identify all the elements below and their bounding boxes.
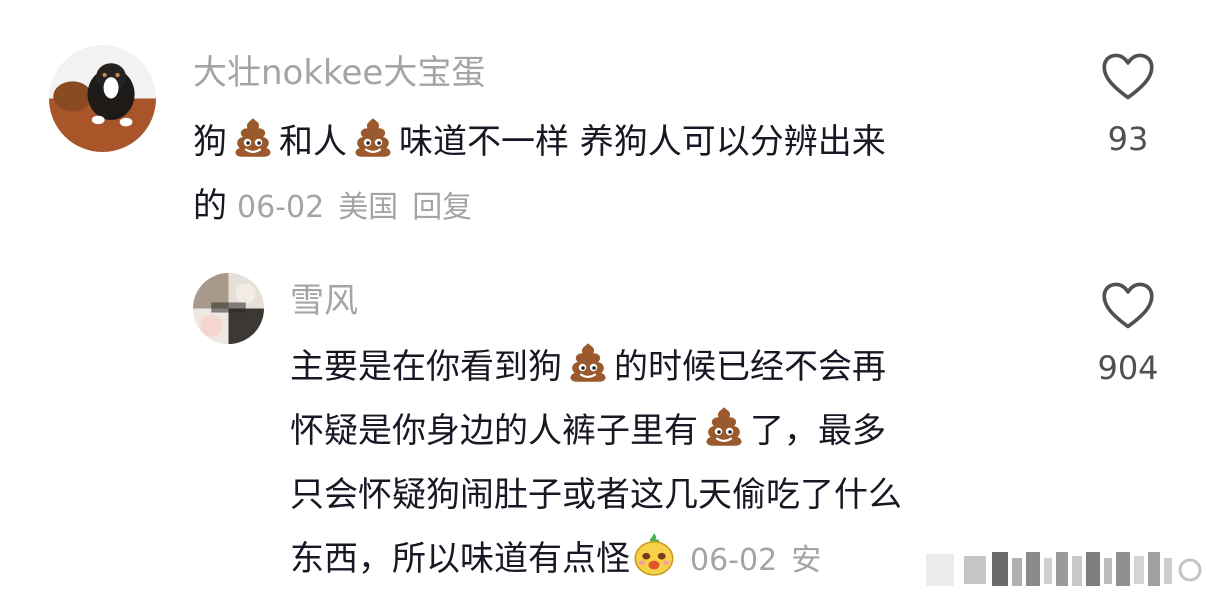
- comment-line: 怀疑是你身边的人裤子里有 了，最多: [290, 399, 902, 463]
- bean-face-sticker-icon: [632, 532, 676, 576]
- comment-line: 只会怀疑狗闹肚子或者这几天偷吃了什么: [290, 463, 902, 527]
- comment-date: 06-02: [237, 190, 325, 225]
- comment-text-segment: 怀疑是你身边的人裤子里有: [290, 411, 698, 451]
- user-avatar[interactable]: [49, 45, 156, 152]
- like-block: 93: [1083, 52, 1173, 158]
- comment-date: 06-02: [690, 543, 778, 578]
- comment-line: 的 06-02 美国 回复: [193, 174, 886, 238]
- comment-meta: 06-02 安: [690, 543, 835, 578]
- comment-text-segment: 狗: [193, 122, 227, 162]
- like-block: 904: [1083, 281, 1173, 387]
- comment-line: 主要是在你看到狗 的时候已经不会再: [290, 335, 902, 399]
- comment-text-segment: 了，最多: [750, 411, 886, 451]
- comment-body: 主要是在你看到狗 的时候已经不会再 怀疑是你身边的人裤子里有 了，最多 只会怀疑狗闹…: [290, 335, 902, 591]
- like-count: 904: [1097, 349, 1159, 387]
- comment-line: 狗 和人 味道不一样 养狗人可以分辨出来: [193, 110, 886, 174]
- comment-text-segment: 东西，所以味道有点怪: [290, 539, 630, 579]
- comment-text-segment: 和人: [279, 122, 347, 162]
- comment-text-segment: 主要是在你看到狗: [290, 347, 562, 387]
- poop-emoji-icon: [231, 115, 275, 159]
- comment-text-segment: 的时候已经不会再: [614, 347, 886, 387]
- comment-text-segment: 味道不一样 养狗人可以分辨出来: [399, 122, 886, 162]
- comment-location: 安: [791, 543, 822, 578]
- heart-outline-icon[interactable]: [1101, 281, 1155, 331]
- heart-outline-icon[interactable]: [1101, 52, 1155, 102]
- comment-text-segment: 的: [193, 186, 227, 226]
- comment-text-segment: 只会怀疑狗闹肚子或者这几天偷吃了什么: [290, 475, 902, 515]
- reply-button[interactable]: 回复: [412, 190, 472, 225]
- poop-emoji-icon: [702, 404, 746, 448]
- comment-username[interactable]: 雪风: [290, 284, 358, 318]
- comment-line: 东西，所以味道有点怪 06-02 安: [290, 527, 902, 591]
- comment-username[interactable]: 大壮nokkee大宝蛋: [193, 56, 485, 90]
- comment-meta: 06-02 美国 回复: [237, 190, 486, 225]
- comment-thread: 大壮nokkee大宝蛋 狗 和人 味道不一样 养狗人可以分辨出来 的 06-02 美国回…: [0, 0, 1206, 595]
- poop-emoji-icon: [566, 340, 610, 384]
- user-avatar[interactable]: [193, 273, 264, 344]
- comment-body: 狗 和人 味道不一样 养狗人可以分辨出来 的 06-02 美国 回复: [193, 110, 886, 238]
- watermark-overlay: [920, 546, 1206, 595]
- like-count: 93: [1107, 120, 1149, 158]
- poop-emoji-icon: [351, 115, 395, 159]
- comment-location: 美国: [338, 190, 399, 225]
